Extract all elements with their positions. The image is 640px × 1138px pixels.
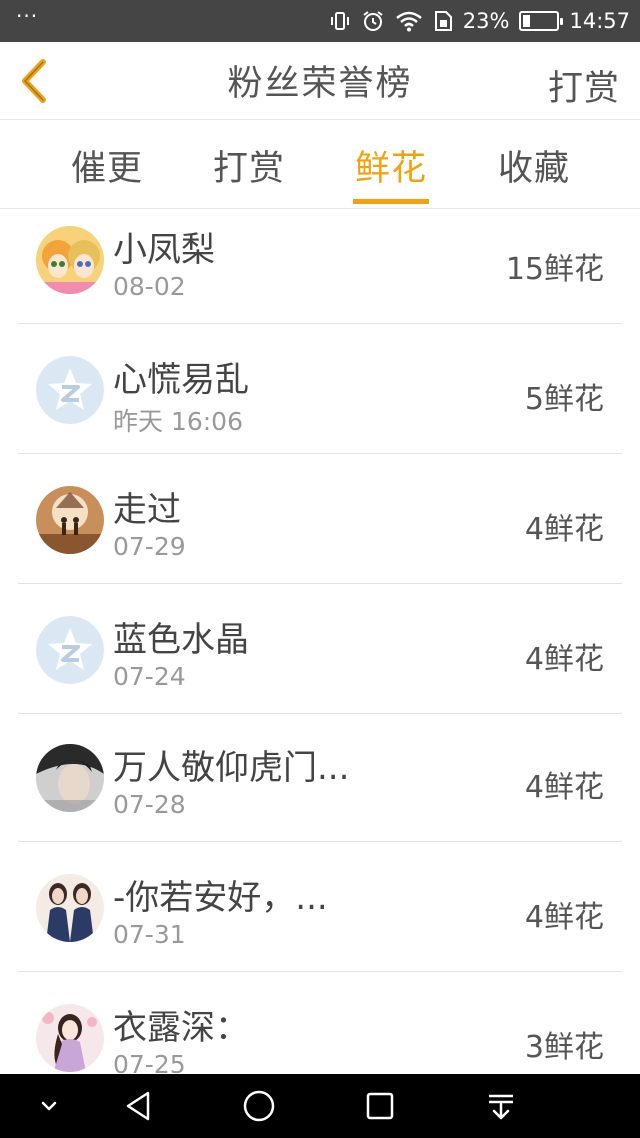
fan-name: 心慌易乱: [113, 360, 249, 400]
tab-flowers[interactable]: 鲜花: [331, 121, 451, 209]
back-button[interactable]: [12, 56, 56, 106]
notification-pull-icon[interactable]: [466, 1074, 536, 1138]
fan-name: 万人敬仰虎门...: [113, 748, 350, 788]
back-triangle-icon[interactable]: [104, 1074, 174, 1138]
fan-name: -你若安好，...: [113, 878, 328, 918]
recents-square-icon[interactable]: [345, 1074, 415, 1138]
tab-label: 收藏: [497, 148, 570, 189]
fan-date: 07-28: [113, 790, 186, 819]
flower-count: 3鲜花: [524, 1030, 604, 1065]
list-item[interactable]: 小凤梨 08-02 15鲜花: [0, 210, 640, 324]
flower-count: 5鲜花: [524, 382, 604, 417]
fan-name: 衣露深：: [113, 1008, 249, 1048]
home-circle-icon[interactable]: [224, 1074, 294, 1138]
flower-count: 15鲜花: [505, 252, 604, 287]
clock: 14:57: [569, 9, 630, 33]
fan-date: 07-25: [113, 1050, 186, 1074]
illustrated-girl-avatar: [36, 1004, 104, 1072]
tab-favorites[interactable]: 收藏: [474, 121, 594, 209]
flower-count: 4鲜花: [524, 512, 604, 547]
couple-silhouette-avatar: [36, 486, 104, 554]
battery-fill: [523, 15, 531, 27]
tab-urge[interactable]: 催更: [47, 121, 167, 209]
list-item[interactable]: 心慌易乱 昨天 16:06 5鲜花: [0, 324, 640, 454]
list-item[interactable]: 蓝色水晶 07-24 4鲜花: [0, 584, 640, 714]
collapse-down-icon[interactable]: [14, 1074, 84, 1138]
boy-photo-avatar: [36, 744, 104, 812]
tab-reward[interactable]: 打赏: [189, 121, 309, 209]
list-item[interactable]: 走过 07-29 4鲜花: [0, 454, 640, 584]
wifi-icon: [395, 10, 423, 32]
vibrate-icon: [329, 10, 351, 32]
sim-icon: [433, 10, 453, 32]
fan-date: 08-02: [113, 272, 186, 301]
tab-label: 鲜花: [354, 148, 427, 189]
battery-percent: 23%: [462, 9, 510, 33]
battery-icon: [519, 11, 564, 31]
fan-date: 07-24: [113, 662, 186, 691]
title-bar: 粉丝荣誉榜 打赏: [0, 42, 640, 120]
status-icons: 23% 14:57: [329, 9, 630, 33]
anime-girls-avatar: [36, 226, 104, 294]
fan-date: 07-29: [113, 532, 186, 561]
flower-count: 4鲜花: [524, 900, 604, 935]
chevron-left-icon: [22, 59, 46, 103]
fan-list[interactable]: 小凤梨 08-02 15鲜花 心慌易乱 昨天 16:06 5鲜花 走过 07-2…: [0, 210, 640, 1074]
flower-count: 4鲜花: [524, 770, 604, 805]
default-qzone-avatar: [36, 356, 104, 424]
fan-name: 小凤梨: [113, 230, 215, 270]
fan-name: 走过: [113, 490, 181, 530]
fan-date: 07-31: [113, 920, 186, 949]
navigation-bar: [0, 1074, 640, 1138]
fan-date: 昨天 16:06: [113, 407, 243, 436]
tab-active-indicator: [353, 199, 429, 204]
more-dots-icon: ···: [16, 4, 39, 28]
tab-bar: 催更 打赏 鲜花 收藏: [0, 121, 640, 209]
tab-label: 催更: [70, 148, 143, 189]
page-title: 粉丝荣誉榜: [227, 64, 413, 104]
list-item[interactable]: 万人敬仰虎门... 07-28 4鲜花: [0, 714, 640, 842]
tab-label: 打赏: [212, 148, 285, 189]
reward-button[interactable]: 打赏: [548, 60, 620, 111]
list-item[interactable]: -你若安好，... 07-31 4鲜花: [0, 842, 640, 972]
list-item[interactable]: 衣露深： 07-25 3鲜花: [0, 972, 640, 1074]
default-qzone-avatar: [36, 616, 104, 684]
status-bar: ··· 23% 14:57: [0, 0, 640, 42]
fan-name: 蓝色水晶: [113, 620, 249, 660]
alarm-icon: [361, 9, 385, 33]
flower-count: 4鲜花: [524, 642, 604, 677]
two-girls-avatar: [36, 874, 104, 942]
